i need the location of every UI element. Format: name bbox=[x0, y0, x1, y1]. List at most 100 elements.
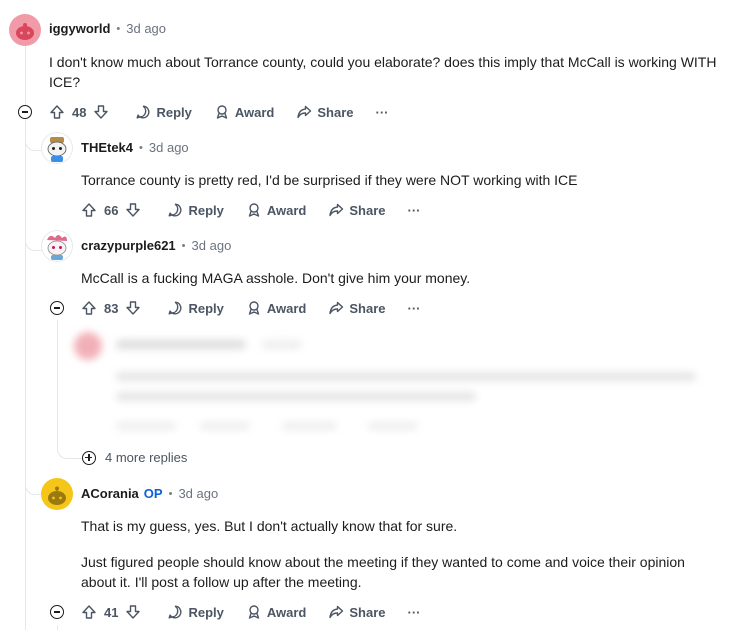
comment-body: Torrance county is pretty red, I'd be su… bbox=[81, 170, 721, 190]
more-replies-button[interactable]: 4 more replies bbox=[82, 450, 187, 465]
reply-icon bbox=[136, 105, 150, 119]
timestamp[interactable]: 3d ago bbox=[149, 140, 189, 155]
more-options-icon: ··· bbox=[407, 604, 421, 620]
avatar[interactable] bbox=[9, 14, 41, 46]
downvote-icon[interactable] bbox=[125, 604, 141, 620]
thread-line-level2 bbox=[57, 320, 58, 445]
comment-body: I don't know much about Torrance county,… bbox=[49, 52, 719, 92]
share-icon bbox=[329, 203, 344, 217]
more-replies-label: 4 more replies bbox=[105, 450, 188, 465]
share-icon bbox=[329, 301, 344, 315]
share-button[interactable]: Share bbox=[328, 202, 386, 218]
comment-actions: 48 Reply Award Share ··· bbox=[49, 101, 411, 123]
comment-meta: crazypurple621 • 3d ago bbox=[81, 238, 231, 253]
award-label: Award bbox=[266, 604, 307, 620]
award-icon bbox=[216, 105, 228, 119]
share-button[interactable]: Share bbox=[296, 104, 354, 120]
comment-meta: THEtek4 • 3d ago bbox=[81, 140, 189, 155]
blurred-line bbox=[368, 422, 418, 430]
avatar[interactable] bbox=[41, 132, 73, 164]
award-button[interactable]: Award bbox=[246, 300, 306, 316]
reply-label: Reply bbox=[188, 604, 224, 620]
collapse-thread-button[interactable] bbox=[50, 605, 64, 619]
upvote-icon[interactable] bbox=[81, 202, 97, 218]
snoo-avatar-icon bbox=[41, 132, 73, 164]
author-name[interactable]: ACorania bbox=[81, 486, 139, 501]
share-label: Share bbox=[349, 604, 386, 620]
upvote-icon[interactable] bbox=[81, 604, 97, 620]
comment-paragraph: I don't know much about Torrance county,… bbox=[49, 54, 717, 90]
avatar[interactable] bbox=[41, 230, 73, 262]
author-name[interactable]: crazypurple621 bbox=[81, 238, 176, 253]
collapse-thread-button[interactable] bbox=[18, 105, 32, 119]
reply-icon bbox=[168, 605, 182, 619]
comment-paragraph: McCall is a fucking MAGA asshole. Don't … bbox=[81, 270, 471, 286]
comment-actions: 83 Reply Award Share ··· bbox=[81, 297, 443, 319]
vote-group: 66 bbox=[81, 202, 141, 218]
downvote-icon[interactable] bbox=[93, 104, 109, 120]
award-button[interactable]: Award bbox=[214, 104, 275, 120]
comment-body: That is my guess, yes. But I don't actua… bbox=[81, 516, 721, 592]
share-button[interactable]: Share bbox=[328, 604, 386, 620]
upvote-icon[interactable] bbox=[49, 104, 65, 120]
downvote-icon[interactable] bbox=[125, 300, 141, 316]
reply-icon bbox=[168, 301, 182, 315]
share-label: Share bbox=[349, 300, 386, 316]
reply-button[interactable]: Reply bbox=[167, 604, 224, 620]
blurred-line bbox=[262, 340, 302, 349]
thread-branch bbox=[57, 440, 82, 459]
reply-button[interactable]: Reply bbox=[135, 104, 192, 120]
blurred-line bbox=[282, 422, 337, 430]
more-options-button[interactable]: ··· bbox=[408, 301, 421, 316]
collapse-thread-button[interactable] bbox=[50, 301, 64, 315]
vote-count: 41 bbox=[104, 604, 119, 620]
more-options-icon: ··· bbox=[375, 104, 389, 120]
comment-meta: iggyworld • 3d ago bbox=[49, 21, 166, 36]
author-name[interactable]: THEtek4 bbox=[81, 140, 133, 155]
award-button[interactable]: Award bbox=[246, 202, 307, 218]
comment-meta: ACorania OP • 3d ago bbox=[81, 486, 218, 501]
more-options-icon: ··· bbox=[407, 300, 421, 316]
more-options-button[interactable]: ··· bbox=[408, 203, 421, 218]
reply-label: Reply bbox=[156, 104, 192, 120]
vote-count: 48 bbox=[72, 104, 87, 120]
reply-label: Reply bbox=[188, 202, 224, 218]
upvote-icon[interactable] bbox=[81, 300, 97, 316]
separator-dot: • bbox=[116, 22, 121, 35]
expand-plus-icon bbox=[82, 450, 96, 465]
reply-button[interactable]: Reply bbox=[167, 300, 224, 316]
avatar[interactable] bbox=[41, 478, 73, 510]
timestamp[interactable]: 3d ago bbox=[192, 238, 232, 253]
blurred-line bbox=[200, 422, 250, 430]
snoo-avatar-icon bbox=[48, 486, 66, 505]
share-icon bbox=[329, 605, 344, 619]
separator-dot: • bbox=[181, 239, 186, 252]
share-label: Share bbox=[349, 202, 386, 218]
award-icon bbox=[248, 203, 260, 217]
timestamp[interactable]: 3d ago bbox=[178, 486, 218, 501]
share-label: Share bbox=[317, 104, 354, 120]
vote-count: 66 bbox=[104, 202, 119, 218]
comment-body: McCall is a fucking MAGA asshole. Don't … bbox=[81, 268, 721, 288]
reply-button[interactable]: Reply bbox=[167, 202, 224, 218]
author-name[interactable]: iggyworld bbox=[49, 21, 110, 36]
share-button[interactable]: Share bbox=[328, 300, 386, 316]
comment-actions: 41 Reply Award Share ··· bbox=[81, 601, 443, 623]
more-options-button[interactable]: ··· bbox=[376, 105, 389, 120]
share-icon bbox=[297, 105, 312, 119]
blurred-line bbox=[116, 392, 476, 401]
more-options-icon: ··· bbox=[407, 202, 421, 218]
downvote-icon[interactable] bbox=[125, 202, 141, 218]
award-icon bbox=[248, 605, 260, 619]
award-button[interactable]: Award bbox=[246, 604, 307, 620]
blurred-avatar bbox=[74, 332, 102, 360]
separator-dot: • bbox=[139, 141, 143, 154]
comment-paragraph: Just figured people should know about th… bbox=[81, 554, 685, 590]
blurred-line bbox=[116, 372, 696, 381]
award-label: Award bbox=[266, 202, 307, 218]
award-label: Award bbox=[234, 104, 275, 120]
vote-count: 83 bbox=[104, 300, 119, 316]
timestamp[interactable]: 3d ago bbox=[126, 21, 166, 36]
more-options-button[interactable]: ··· bbox=[408, 605, 421, 620]
reply-label: Reply bbox=[188, 300, 224, 316]
